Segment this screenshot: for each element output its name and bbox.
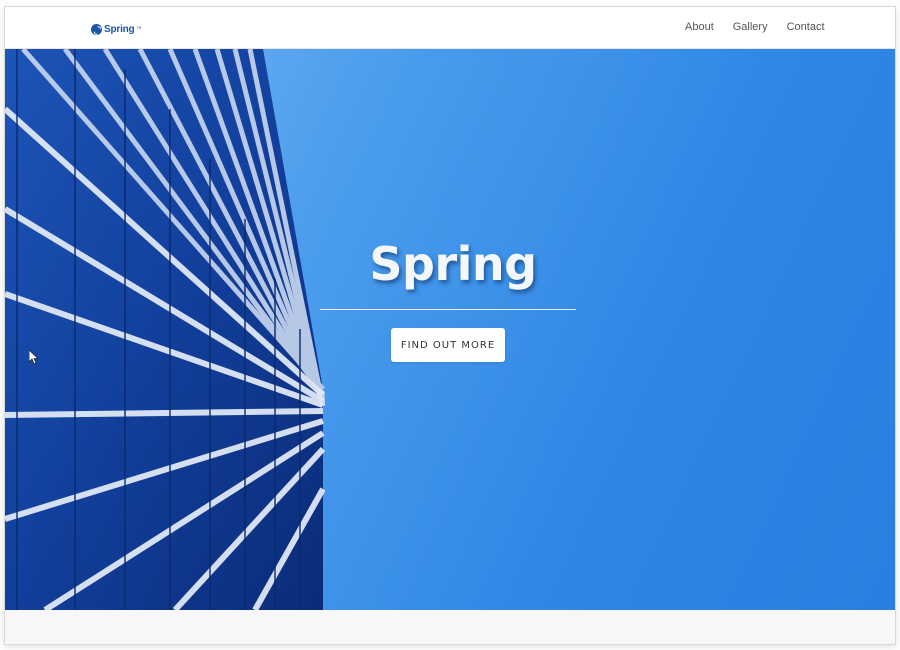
mouse-pointer-icon [29, 350, 38, 364]
top-navbar: Spring ™ About Gallery Contact [5, 7, 895, 49]
nav-link-contact[interactable]: Contact [787, 21, 825, 33]
hero-divider [320, 309, 576, 310]
nav-links: About Gallery Contact [685, 21, 844, 33]
brand-logo-link[interactable]: Spring ™ [91, 22, 141, 36]
hero-title: Spring [369, 237, 537, 291]
nav-link-about[interactable]: About [685, 21, 714, 33]
brand-name: Spring [104, 23, 135, 35]
hero-section: Spring FIND OUT MORE [5, 49, 895, 610]
trademark-symbol: ™ [136, 26, 142, 32]
page-footer-strip [5, 610, 895, 644]
spring-logo-icon [91, 23, 102, 35]
find-out-more-button[interactable]: FIND OUT MORE [390, 328, 506, 362]
page-window: Spring ™ About Gallery Contact Spring FI… [5, 7, 895, 644]
browser-frame: Spring ™ About Gallery Contact Spring FI… [0, 0, 900, 650]
hero-content: Spring FIND OUT MORE [320, 237, 576, 362]
building-facade-image [5, 49, 325, 610]
nav-link-gallery[interactable]: Gallery [733, 21, 768, 33]
